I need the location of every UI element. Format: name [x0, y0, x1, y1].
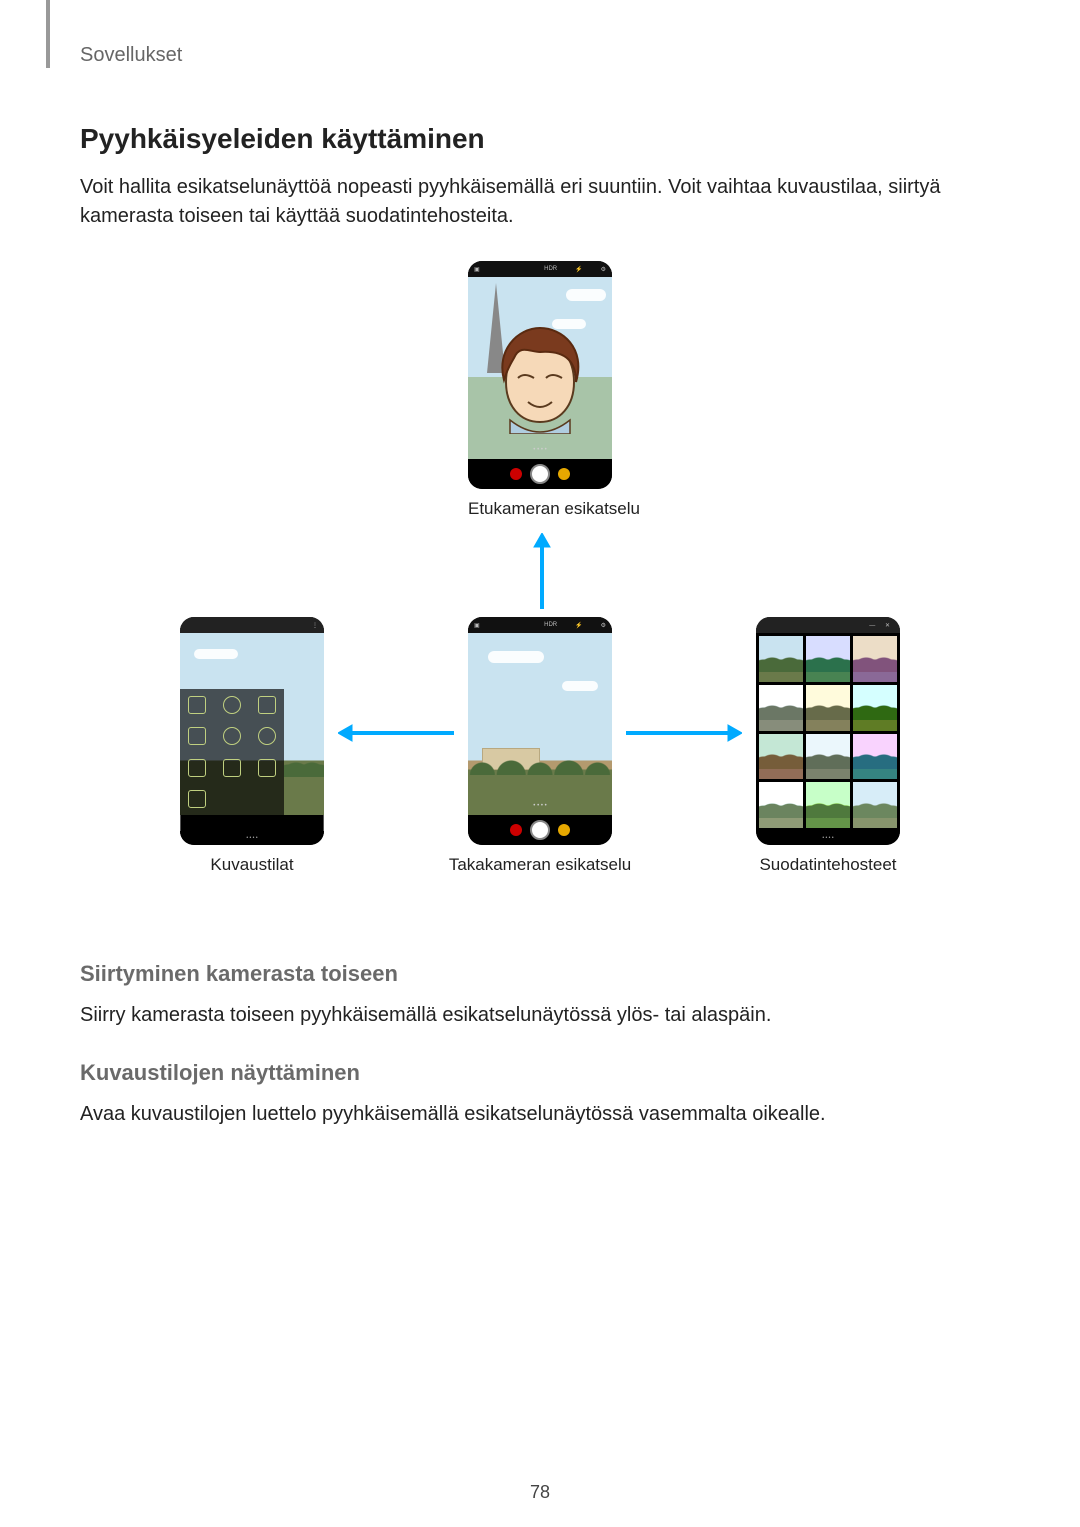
hdr-label: HDR	[544, 622, 557, 628]
shutter-button-icon	[530, 464, 550, 484]
camera-icon: ▣	[474, 622, 480, 629]
arrow-up-icon	[532, 533, 552, 609]
section-switch-cameras: Siirtyminen kamerasta toiseen Siirry kam…	[80, 961, 1000, 1030]
phone-modes-screen	[180, 633, 324, 815]
phone-filters-bottombar: • • • •	[756, 831, 900, 845]
record-button-icon	[510, 468, 522, 480]
arrow-left-icon	[338, 723, 454, 743]
intro-paragraph: Voit hallita esikatselunäyttöä nopeasti …	[80, 173, 1000, 231]
effects-button-icon	[558, 824, 570, 836]
filter-thumbnail	[853, 782, 897, 828]
mode-grid	[180, 689, 284, 815]
document-page: Sovellukset Pyyhkäisyeleiden käyttäminen…	[0, 0, 1080, 1527]
subheading-switch: Siirtyminen kamerasta toiseen	[80, 961, 1000, 987]
settings-icon: ⚙	[601, 622, 606, 629]
filter-thumbnail	[853, 685, 897, 731]
phone-rear-camera: ▣ HDR ⚡ ⚙ • • • •	[468, 617, 612, 845]
phone-rear-topbar: ▣ HDR ⚡ ⚙	[468, 617, 612, 633]
arrow-right-icon	[626, 723, 742, 743]
effects-button-icon	[558, 468, 570, 480]
phone-front-topbar: ▣ HDR ⚡ ⚙	[468, 261, 612, 277]
filters-grid	[756, 633, 900, 831]
camera-icon: ▣	[474, 266, 480, 273]
phone-modes: ⋮ • • • •	[180, 617, 324, 845]
subheading-modes: Kuvaustilojen näyttäminen	[80, 1060, 1000, 1086]
filter-thumbnail	[853, 734, 897, 780]
shutter-button-icon	[530, 820, 550, 840]
caption-front: Etukameran esikatselu	[468, 499, 612, 519]
caption-filters: Suodatintehosteet	[726, 855, 930, 875]
phone-rear-bottombar: • • • •	[468, 815, 612, 845]
breadcrumb: Sovellukset	[80, 44, 1000, 67]
section-show-modes: Kuvaustilojen näyttäminen Avaa kuvaustil…	[80, 1060, 1000, 1129]
filter-thumbnail	[759, 685, 803, 731]
filter-thumbnail	[853, 636, 897, 682]
caption-rear: Takakameran esikatselu	[438, 855, 642, 875]
phone-rear-screen	[468, 633, 612, 815]
close-icon: — ✕	[869, 622, 894, 629]
settings-icon: ⚙	[601, 266, 606, 273]
phone-filters-topbar: — ✕	[756, 617, 900, 633]
phone-front-screen	[468, 277, 612, 459]
phone-front-camera: ▣ HDR ⚡ ⚙	[468, 261, 612, 489]
more-icon: ⋮	[312, 622, 318, 629]
phone-modes-topbar: ⋮	[180, 617, 324, 633]
filter-thumbnail	[759, 636, 803, 682]
selfie-face-illustration	[490, 324, 590, 434]
filter-thumbnail	[806, 782, 850, 828]
page-tab-marker	[46, 0, 50, 68]
filter-thumbnail	[759, 734, 803, 780]
flash-icon: ⚡	[575, 266, 582, 273]
page-title: Pyyhkäisyeleiden käyttäminen	[80, 123, 1000, 155]
filter-thumbnail	[806, 636, 850, 682]
caption-modes: Kuvaustilat	[180, 855, 324, 875]
filter-thumbnail	[806, 734, 850, 780]
phone-front-bottombar: • • • •	[468, 459, 612, 489]
record-button-icon	[510, 824, 522, 836]
phone-modes-bottombar: • • • •	[180, 831, 324, 845]
body-switch: Siirry kamerasta toiseen pyyhkäisemällä …	[80, 1001, 1000, 1030]
hdr-label: HDR	[544, 266, 557, 272]
flash-icon: ⚡	[575, 622, 582, 629]
filter-thumbnail	[806, 685, 850, 731]
page-number: 78	[0, 1482, 1080, 1503]
body-modes: Avaa kuvaustilojen luettelo pyyhkäisemäl…	[80, 1100, 1000, 1129]
phone-filters: — ✕ • • • •	[756, 617, 900, 845]
swipe-gesture-figure: ▣ HDR ⚡ ⚙	[80, 261, 1000, 921]
filter-thumbnail	[759, 782, 803, 828]
